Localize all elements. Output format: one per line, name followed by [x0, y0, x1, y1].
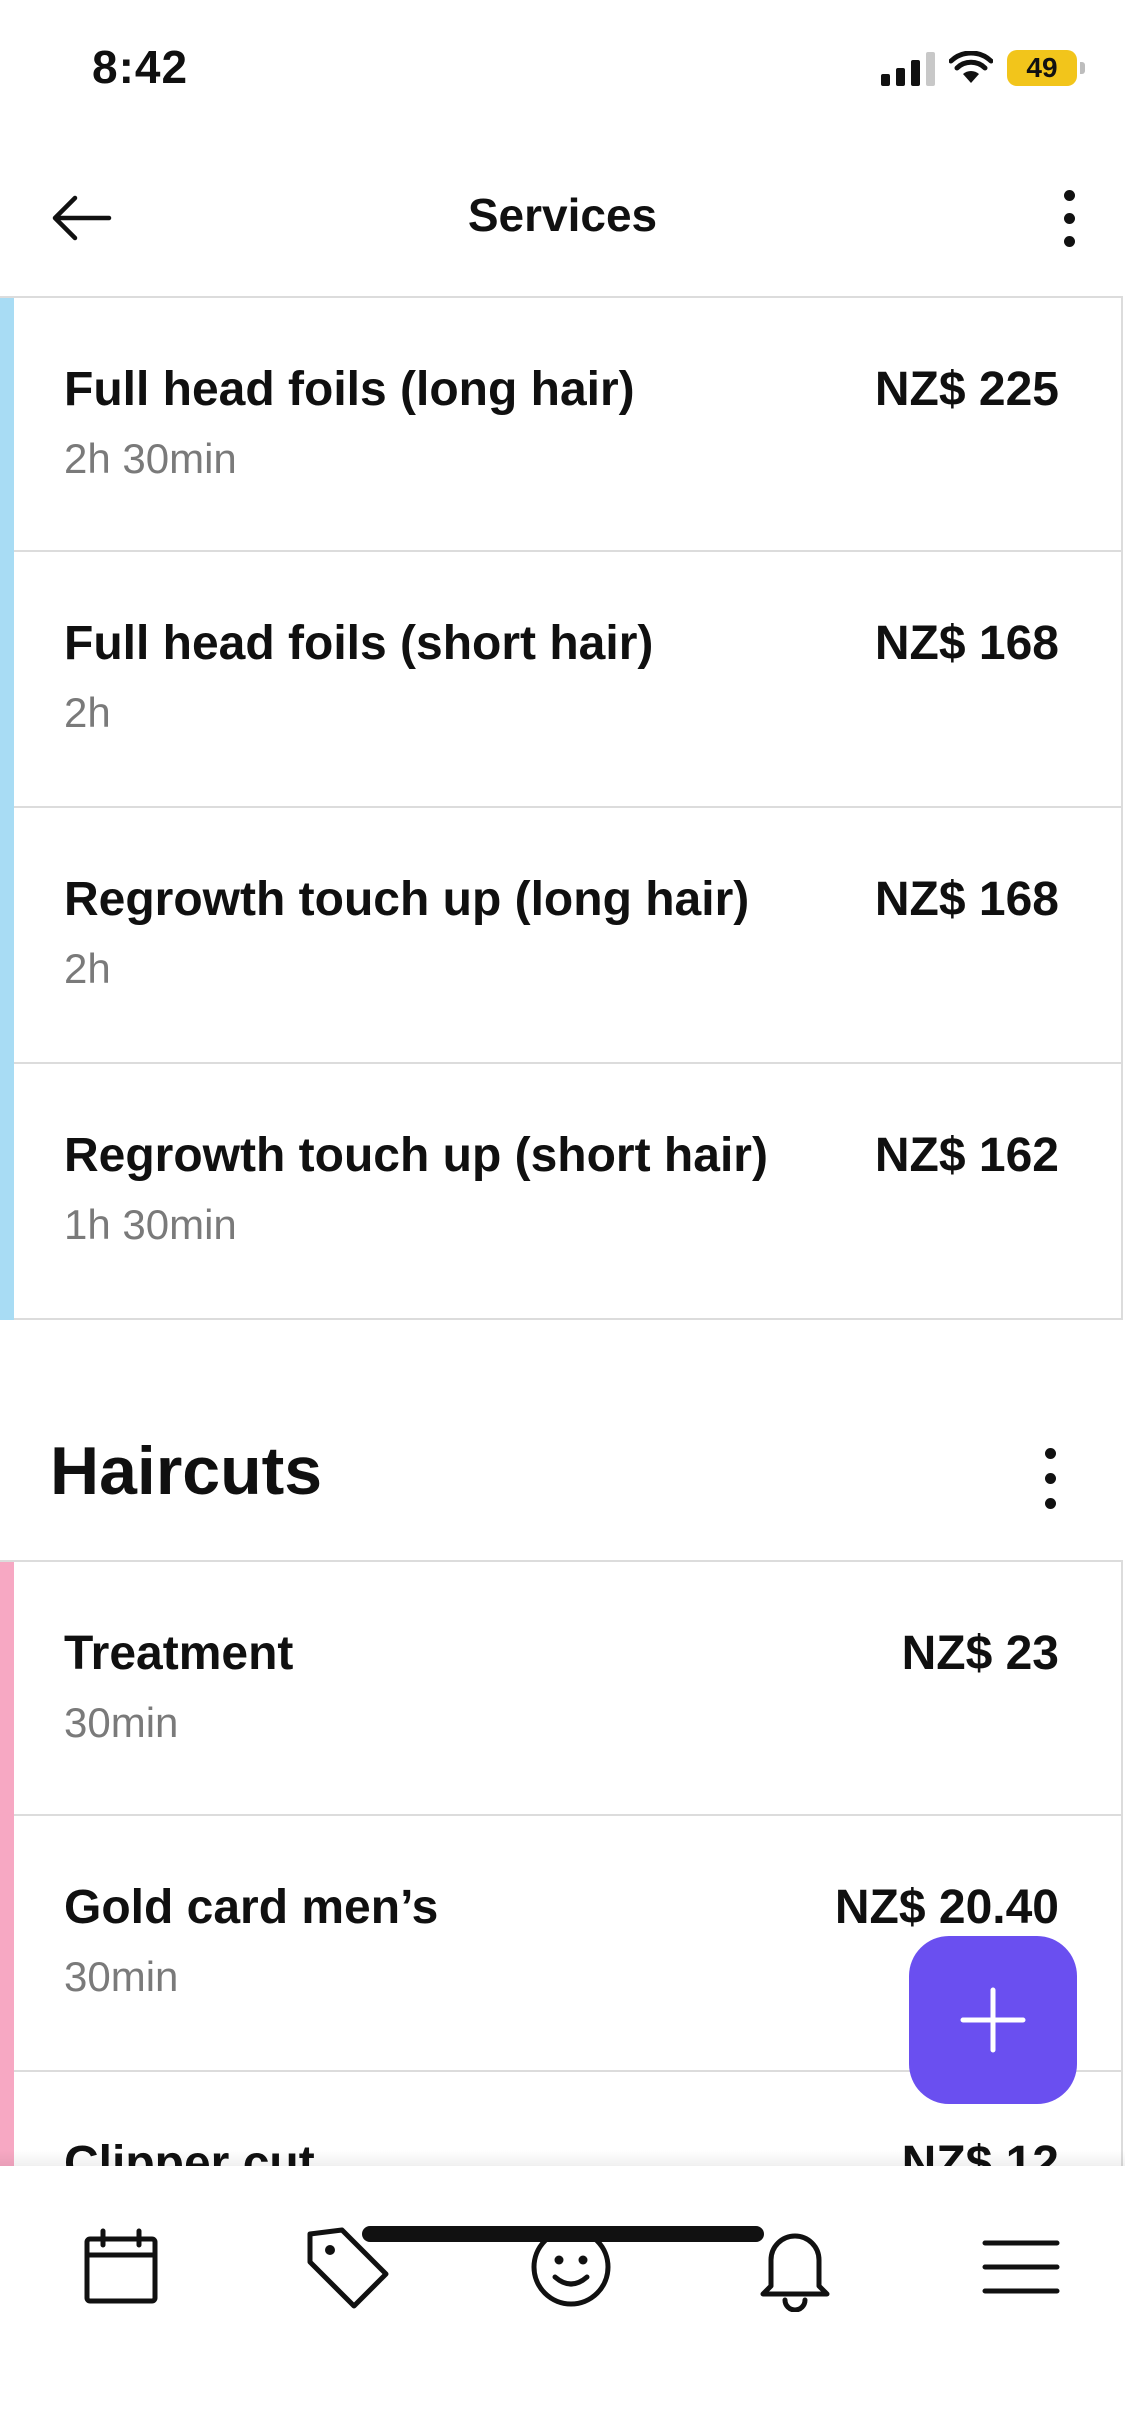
service-name: Treatment — [64, 1627, 294, 1680]
service-item[interactable]: Treatment 30min NZ$ 23 — [0, 1560, 1123, 1816]
app-header: Services — [0, 140, 1125, 296]
service-duration: 30min — [64, 1953, 179, 2000]
cellular-signal-icon — [881, 50, 935, 86]
bell-icon — [760, 2233, 830, 2312]
more-options-button[interactable] — [1039, 178, 1099, 258]
battery-level: 49 — [1026, 52, 1058, 83]
service-name: Gold card men’s — [64, 1881, 439, 1934]
service-price: NZ$ 23 — [901, 1627, 1059, 1680]
service-name: Full head foils (long hair) — [64, 363, 635, 416]
service-name: Regrowth touch up (short hair) — [64, 1129, 768, 1182]
tab-menu[interactable] — [966, 2212, 1076, 2322]
services-screen: 8:42 49 Services Full head foils (long h… — [0, 0, 1125, 2436]
service-duration: 2h — [64, 689, 111, 736]
category-title: Haircuts — [50, 1433, 323, 1509]
more-vertical-icon-dot — [1063, 212, 1075, 224]
more-vertical-icon-dot — [1044, 1472, 1056, 1484]
wifi-icon — [949, 51, 993, 83]
service-duration: 2h 30min — [64, 435, 237, 482]
status-icons: 49 — [881, 46, 1085, 90]
home-indicator — [362, 2226, 764, 2242]
category-header: Haircuts — [0, 1320, 1125, 1560]
menu-icon — [982, 2240, 1060, 2294]
status-time: 8:42 — [92, 41, 189, 93]
category-color-bar — [0, 808, 14, 1064]
service-item[interactable]: Regrowth touch up (long hair) 2h NZ$ 168 — [0, 808, 1123, 1064]
service-price: NZ$ 162 — [874, 1129, 1059, 1182]
plus-icon — [960, 1987, 1026, 2053]
more-vertical-icon — [1063, 189, 1075, 201]
service-item[interactable]: Full head foils (short hair) 2h NZ$ 168 — [0, 552, 1123, 808]
calendar-icon — [84, 2228, 158, 2304]
tab-calendar[interactable] — [66, 2212, 176, 2322]
service-name: Regrowth touch up (long hair) — [64, 873, 750, 926]
services-list: Full head foils (long hair) 2h 30min NZ$… — [0, 296, 1125, 2166]
service-duration: 30min — [64, 1699, 179, 1746]
bottom-tab-bar — [0, 2166, 1125, 2436]
category-color-bar — [0, 1816, 14, 2072]
service-duration: 2h — [64, 945, 111, 992]
service-price: NZ$ 168 — [874, 873, 1059, 926]
service-item[interactable]: Full head foils (long hair) 2h 30min NZ$… — [0, 296, 1123, 552]
service-price: NZ$ 225 — [874, 363, 1059, 416]
more-vertical-icon-dot — [1063, 235, 1075, 247]
more-vertical-icon-dot — [1044, 1497, 1056, 1509]
category-color-bar — [0, 1562, 14, 1816]
service-duration: 1h 30min — [64, 1201, 237, 1248]
category-color-bar — [0, 552, 14, 808]
more-vertical-icon — [1044, 1447, 1056, 1459]
add-service-button[interactable] — [909, 1936, 1077, 2104]
service-name: Full head foils (short hair) — [64, 617, 654, 670]
battery-icon: 49 — [1007, 50, 1085, 86]
category-color-bar — [0, 298, 14, 552]
tab-bar-shadow — [0, 2150, 1125, 2166]
status-bar: 8:42 49 — [0, 0, 1125, 140]
page-title: Services — [467, 189, 658, 241]
service-price: NZ$ 168 — [874, 617, 1059, 670]
service-price: NZ$ 20.40 — [834, 1881, 1059, 1934]
category-color-bar — [0, 1064, 14, 1320]
service-item[interactable]: Regrowth touch up (short hair) 1h 30min … — [0, 1064, 1123, 1320]
category-more-button[interactable] — [1025, 1438, 1075, 1518]
